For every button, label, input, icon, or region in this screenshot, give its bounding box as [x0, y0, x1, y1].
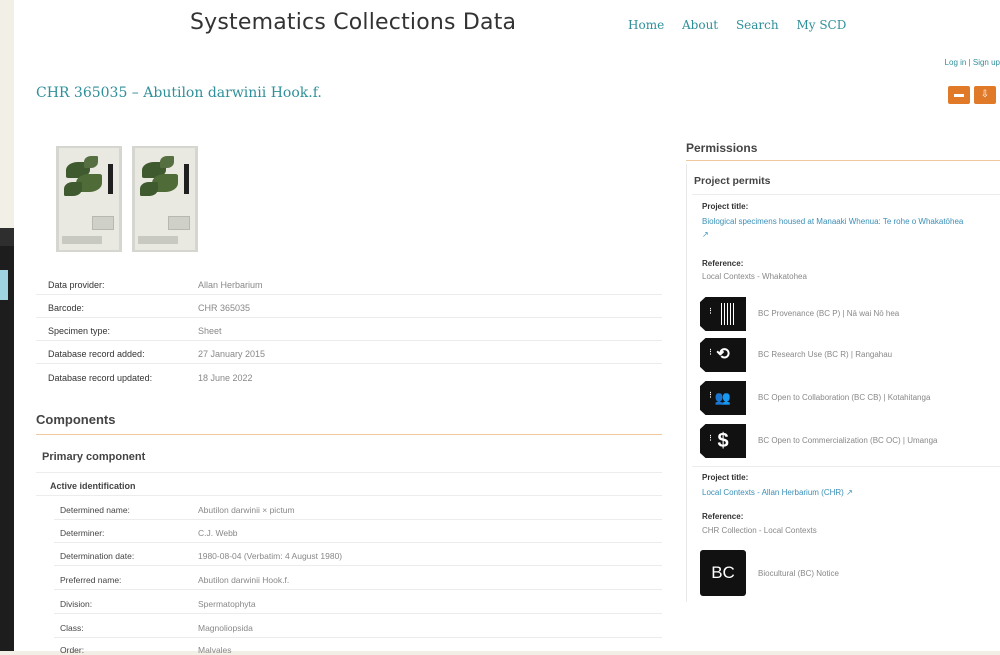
specimen-image-2[interactable] — [132, 146, 198, 252]
reference-label: Reference: — [702, 259, 744, 268]
detail-label: Database record added: — [48, 349, 145, 359]
nav-about[interactable]: About — [682, 18, 718, 32]
identification-value: Magnoliopsida — [198, 623, 253, 633]
project-title-label: Project title: — [702, 202, 749, 211]
external-link-icon: ↗ — [702, 230, 709, 239]
side-tab[interactable] — [0, 270, 8, 300]
bc-label-text: BC Open to Commercialization (BC OC) | U… — [758, 436, 938, 445]
login-signup-link[interactable]: Log in | Sign up — [945, 58, 1000, 67]
folder-button[interactable]: ▬ — [948, 86, 970, 104]
record-title: CHR 365035 – Abutilon darwinii Hook.f. — [36, 85, 322, 101]
bc-label-text: BC Open to Collaboration (BC CB) | Kotah… — [758, 393, 931, 402]
detail-value: Sheet — [198, 326, 222, 336]
components-heading: Components — [36, 412, 116, 427]
detail-value: Allan Herbarium — [198, 280, 263, 290]
detail-label: Specimen type: — [48, 326, 111, 336]
detail-value: 27 January 2015 — [198, 349, 266, 359]
bc-open-collaboration-icon: ⋮ 👥 — [700, 381, 746, 415]
identification-value: Abutilon darwinii Hook.f. — [198, 575, 290, 585]
bc-notice-icon[interactable]: BC — [700, 550, 746, 596]
page: Systematics Collections Data Home About … — [14, 0, 1000, 655]
reference-value: CHR Collection - Local Contexts — [702, 526, 817, 535]
project-permits-heading: Project permits — [694, 175, 771, 187]
detail-label: Data provider: — [48, 280, 105, 290]
external-link-icon: ↗ — [846, 488, 853, 497]
identification-label: Determined name: — [60, 505, 130, 515]
identification-label: Division: — [60, 599, 93, 609]
bc-provenance-icon: ⋮ — [700, 297, 746, 331]
nav-home[interactable]: Home — [628, 18, 664, 32]
download-button[interactable]: ⇩ — [974, 86, 996, 104]
nav-my-scd[interactable]: My SCD — [796, 18, 846, 32]
bc-label-text: BC Provenance (BC P) | Nā wai Nō hea — [758, 309, 900, 318]
identification-label: Order: — [60, 645, 85, 655]
site-title: Systematics Collections Data — [190, 10, 517, 35]
primary-component-heading: Primary component — [42, 451, 146, 463]
identification-value: Abutilon darwinii × pictum — [198, 505, 295, 515]
download-icon: ⇩ — [980, 89, 990, 100]
project-title-label: Project title: — [702, 473, 749, 482]
active-identification-heading: Active identification — [50, 481, 136, 491]
project-title-link[interactable]: Biological specimens housed at Manaaki W… — [702, 215, 972, 241]
identification-label: Class: — [60, 623, 84, 633]
detail-label: Barcode: — [48, 303, 85, 313]
detail-label: Database record updated: — [48, 373, 153, 383]
specimen-image-1[interactable] — [56, 146, 122, 252]
identification-label: Determiner: — [60, 528, 105, 538]
folder-icon: ▬ — [954, 89, 964, 100]
reference-label: Reference: — [702, 512, 744, 521]
identification-label: Determination date: — [60, 551, 135, 561]
project-title-link[interactable]: Local Contexts - Allan Herbarium (CHR) ↗ — [702, 486, 853, 499]
side-panel — [0, 228, 14, 651]
detail-value: CHR 365035 — [198, 303, 251, 313]
bc-notice-text: Biocultural (BC) Notice — [758, 569, 839, 578]
detail-value: 18 June 2022 — [198, 373, 253, 383]
identification-value: Spermatophyta — [198, 599, 256, 609]
identification-value: C.J. Webb — [198, 528, 238, 538]
main-nav: Home About Search My SCD — [628, 18, 860, 32]
identification-value: 1980-08-04 (Verbatim: 4 August 1980) — [198, 551, 343, 561]
reference-value: Local Contexts - Whakatohea — [702, 272, 807, 281]
nav-search[interactable]: Search — [736, 18, 779, 32]
identification-label: Preferred name: — [60, 575, 122, 585]
bc-research-use-icon: ⋮ ⟲ — [700, 338, 746, 372]
bc-open-commercialization-icon: ⋮ $ — [700, 424, 746, 458]
bc-label-text: BC Research Use (BC R) | Rangahau — [758, 350, 893, 359]
identification-value: Malvales — [198, 645, 232, 655]
